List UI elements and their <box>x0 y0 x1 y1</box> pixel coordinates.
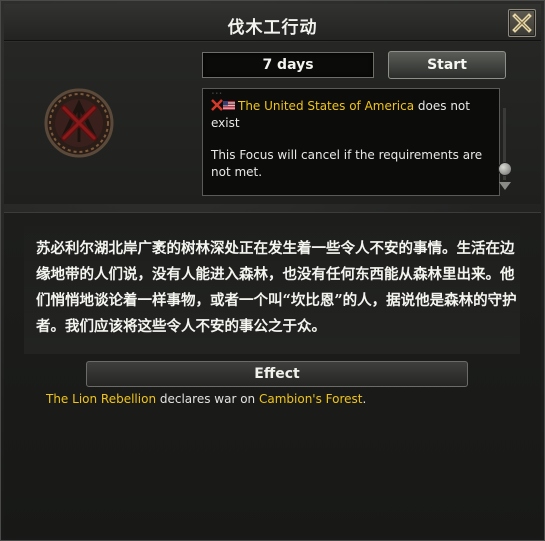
effect-line: The Lion Rebellion declares war on Cambi… <box>46 392 366 406</box>
effect-end: . <box>362 392 367 406</box>
window-title: 伐木工行动 <box>227 18 318 38</box>
forest-crossed-emblem-icon <box>42 86 116 160</box>
close-icon <box>512 13 532 33</box>
effect-actor[interactable]: The Lion Rebellion <box>46 392 156 406</box>
cancel-note: This Focus will cancel if the requiremen… <box>211 148 483 179</box>
requirements-box[interactable]: ... The United States of America does no… <box>202 88 500 196</box>
close-button[interactable] <box>508 9 536 37</box>
scroll-down-arrow-icon[interactable] <box>499 182 511 190</box>
start-button[interactable]: Start <box>388 51 506 79</box>
title-bar: 伐木工行动 <box>4 4 541 41</box>
requirements-scrollbar[interactable] <box>498 108 512 194</box>
duration-field: 7 days <box>202 52 374 78</box>
requirement-line: The United States of America does not ex… <box>211 98 491 132</box>
effect-target[interactable]: Cambion's Forest <box>259 392 363 406</box>
focus-description: 苏必利尔湖北岸广袤的树林深处正在发生着一些令人不安的事情。生活在边缘地带的人们说… <box>36 240 517 335</box>
requirement-country: The United States of America <box>238 99 415 113</box>
effect-header: Effect <box>86 361 468 387</box>
effect-verb: declares war on <box>159 392 256 406</box>
hidden-previous-text: ... <box>211 88 223 97</box>
scroll-thumb[interactable] <box>498 162 512 176</box>
failed-requirement-icon <box>211 99 223 111</box>
usa-flag-icon <box>223 101 235 110</box>
